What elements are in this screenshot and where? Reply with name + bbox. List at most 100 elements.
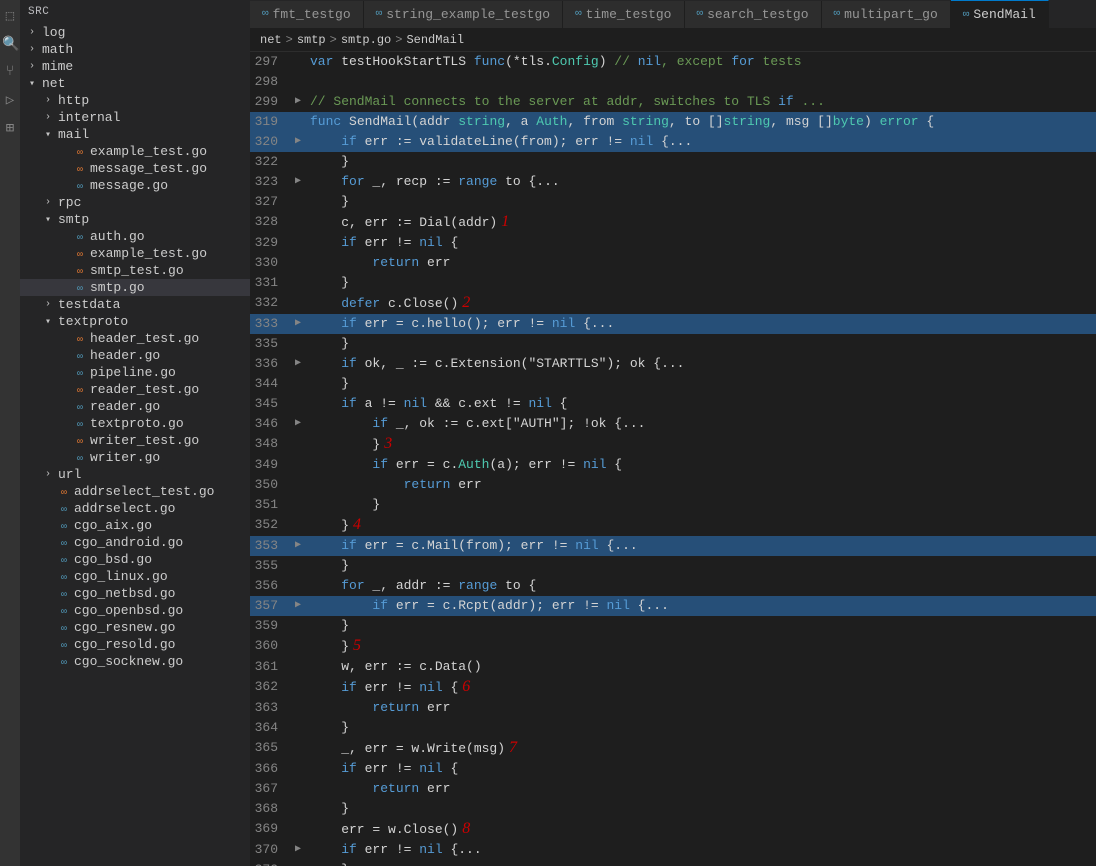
sidebar-item-http[interactable]: ›http [20, 92, 250, 109]
sidebar-label-cgo_netbsd_go: cgo_netbsd.go [72, 586, 175, 601]
sidebar-item-cgo_resnew_go[interactable]: ∞cgo_resnew.go [20, 619, 250, 636]
sidebar-label-internal: internal [56, 110, 120, 125]
fold-arrow-323[interactable]: ▶ [290, 172, 306, 192]
line-number-335: 335 [250, 334, 290, 354]
code-editor[interactable]: 297var testHookStartTLS func(*tls.Config… [250, 52, 1096, 866]
sidebar-item-cgo_resold_go[interactable]: ∞cgo_resold.go [20, 636, 250, 653]
code-line-319: 319func SendMail(addr string, a Auth, fr… [250, 112, 1096, 132]
sidebar-label-header_test_go: header_test.go [88, 331, 199, 346]
sidebar-item-example_test_go_smtp[interactable]: ∞example_test.go [20, 245, 250, 262]
sidebar-label-mime: mime [40, 59, 73, 74]
code-content-320: if err := validateLine(from); err != nil… [306, 132, 1096, 152]
sidebar-item-textproto_go[interactable]: ∞textproto.go [20, 415, 250, 432]
tab-time_testgo[interactable]: ∞time_testgo [563, 1, 684, 28]
sidebar-item-math[interactable]: ›math [20, 41, 250, 58]
line-number-372: 372 [250, 860, 290, 866]
sidebar-label-smtp_go: smtp.go [88, 280, 145, 295]
tab-icon-sendmail: ∞ [963, 9, 970, 21]
sidebar-item-addrselect_go[interactable]: ∞addrselect.go [20, 500, 250, 517]
sidebar-item-url[interactable]: ›url [20, 466, 250, 483]
fold-arrow-333[interactable]: ▶ [290, 314, 306, 334]
fold-arrow-336[interactable]: ▶ [290, 354, 306, 374]
code-line-356: 356 for _, addr := range to { [250, 576, 1096, 596]
sidebar-item-header_test_go[interactable]: ∞header_test.go [20, 330, 250, 347]
breadcrumb-part-2[interactable]: smtp.go [341, 33, 391, 47]
tab-search_testgo[interactable]: ∞search_testgo [685, 1, 822, 28]
sidebar-label-net: net [40, 76, 65, 91]
sidebar-item-rpc[interactable]: ›rpc [20, 194, 250, 211]
sidebar-item-cgo_aix_go[interactable]: ∞cgo_aix.go [20, 517, 250, 534]
sidebar-item-pipeline_go[interactable]: ∞pipeline.go [20, 364, 250, 381]
line-number-333: 333 [250, 314, 290, 334]
fold-arrow-370[interactable]: ▶ [290, 840, 306, 860]
code-content-357: if err = c.Rcpt(addr); err != nil {... [306, 596, 1096, 616]
sidebar-item-message_test_go[interactable]: ∞message_test.go [20, 160, 250, 177]
sidebar-item-mime[interactable]: ›mime [20, 58, 250, 75]
fold-arrow-357[interactable]: ▶ [290, 596, 306, 616]
breadcrumb-part-1[interactable]: smtp [297, 33, 326, 47]
sidebar-item-smtp_go[interactable]: ∞smtp.go [20, 279, 250, 296]
sidebar-item-cgo_android_go[interactable]: ∞cgo_android.go [20, 534, 250, 551]
code-line-336: 336▶ if ok, _ := c.Extension("STARTTLS")… [250, 354, 1096, 374]
sidebar-item-cgo_openbsd_go[interactable]: ∞cgo_openbsd.go [20, 602, 250, 619]
tabs-bar: ∞fmt_testgo∞string_example_testgo∞time_t… [250, 0, 1096, 29]
sidebar-item-addrselect_test_go[interactable]: ∞addrselect_test.go [20, 483, 250, 500]
search-icon[interactable]: 🔍 [2, 36, 18, 52]
extensions-icon[interactable]: ⊞ [2, 120, 18, 136]
annotation-365: 7 [505, 739, 517, 756]
debug-icon[interactable]: ▷ [2, 92, 18, 108]
fold-arrow-320[interactable]: ▶ [290, 132, 306, 152]
code-line-357: 357▶ if err = c.Rcpt(addr); err != nil {… [250, 596, 1096, 616]
fold-arrow-346[interactable]: ▶ [290, 414, 306, 434]
sidebar-item-log[interactable]: ›log [20, 24, 250, 41]
line-number-357: 357 [250, 596, 290, 616]
fold-arrow-353[interactable]: ▶ [290, 536, 306, 556]
sidebar-item-auth_go[interactable]: ∞auth.go [20, 228, 250, 245]
code-line-353: 353▶ if err = c.Mail(from); err != nil {… [250, 536, 1096, 556]
breadcrumb-part-3[interactable]: SendMail [406, 33, 464, 47]
annotation-328: 1 [497, 213, 509, 230]
code-line-369: 369 err = w.Close() 8 [250, 819, 1096, 840]
line-number-362: 362 [250, 677, 290, 697]
annotation-362: 6 [458, 678, 470, 695]
code-line-298: 298 [250, 72, 1096, 92]
line-number-370: 370 [250, 840, 290, 860]
code-line-331: 331 } [250, 273, 1096, 293]
line-number-327: 327 [250, 192, 290, 212]
line-number-356: 356 [250, 576, 290, 596]
tab-string_example_testgo[interactable]: ∞string_example_testgo [364, 1, 563, 28]
sidebar-item-testdata[interactable]: ›testdata [20, 296, 250, 313]
scm-icon[interactable]: ⑂ [2, 64, 18, 80]
sidebar-item-cgo_netbsd_go[interactable]: ∞cgo_netbsd.go [20, 585, 250, 602]
explorer-icon[interactable]: ⬚ [2, 8, 18, 24]
sidebar-item-header_go[interactable]: ∞header.go [20, 347, 250, 364]
tab-icon-multipart_go: ∞ [834, 8, 841, 20]
line-number-320: 320 [250, 132, 290, 152]
sidebar-label-cgo_bsd_go: cgo_bsd.go [72, 552, 152, 567]
tab-sendmail[interactable]: ∞SendMail [951, 0, 1049, 28]
sidebar-item-smtp[interactable]: ▾smtp [20, 211, 250, 228]
sidebar-item-net[interactable]: ▾net [20, 75, 250, 92]
sidebar-item-cgo_linux_go[interactable]: ∞cgo_linux.go [20, 568, 250, 585]
line-number-360: 360 [250, 636, 290, 656]
sidebar-item-writer_test_go[interactable]: ∞writer_test.go [20, 432, 250, 449]
sidebar-item-textproto[interactable]: ▾textproto [20, 313, 250, 330]
sidebar-item-mail[interactable]: ▾mail [20, 126, 250, 143]
sidebar-item-message_go[interactable]: ∞message.go [20, 177, 250, 194]
sidebar-item-cgo_socknew_go[interactable]: ∞cgo_socknew.go [20, 653, 250, 670]
tab-fmt_testgo[interactable]: ∞fmt_testgo [250, 1, 364, 28]
sidebar-item-cgo_bsd_go[interactable]: ∞cgo_bsd.go [20, 551, 250, 568]
tab-label-fmt_testgo: fmt_testgo [273, 7, 351, 22]
sidebar-label-reader_go: reader.go [88, 399, 160, 414]
sidebar-item-reader_go[interactable]: ∞reader.go [20, 398, 250, 415]
tab-multipart_go[interactable]: ∞multipart_go [822, 1, 951, 28]
sidebar-item-writer_go[interactable]: ∞writer.go [20, 449, 250, 466]
sidebar-item-example_test_go_mail[interactable]: ∞example_test.go [20, 143, 250, 160]
code-line-368: 368 } [250, 799, 1096, 819]
fold-arrow-299[interactable]: ▶ [290, 92, 306, 112]
sidebar-label-auth_go: auth.go [88, 229, 145, 244]
sidebar-item-reader_test_go[interactable]: ∞reader_test.go [20, 381, 250, 398]
sidebar-item-smtp_test_go[interactable]: ∞smtp_test.go [20, 262, 250, 279]
sidebar-item-internal[interactable]: ›internal [20, 109, 250, 126]
breadcrumb-part-0[interactable]: net [260, 33, 282, 47]
